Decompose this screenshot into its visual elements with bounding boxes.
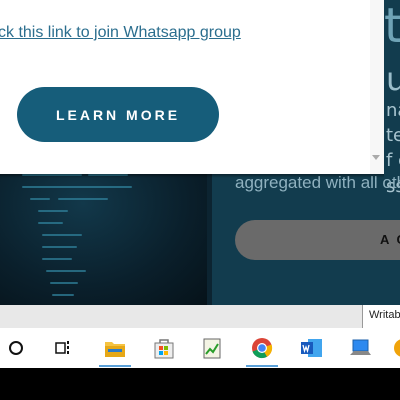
laptop-app-icon[interactable]	[340, 328, 380, 368]
cortana-circle-icon[interactable]	[0, 328, 32, 368]
scroll-down-arrow-icon[interactable]	[372, 155, 380, 160]
accept-button-label: A C	[380, 232, 400, 247]
accept-button[interactable]: A C	[235, 220, 400, 260]
promo-popup: ck this link to join Whatsapp group LEAR…	[0, 0, 384, 174]
notepad-chart-icon[interactable]	[192, 328, 232, 368]
learn-more-button[interactable]: LEARN MORE	[17, 87, 219, 142]
popup-scrollbar[interactable]	[370, 0, 384, 174]
active-indicator	[246, 365, 278, 367]
microsoft-store-icon[interactable]	[144, 328, 184, 368]
windows-taskbar	[0, 328, 400, 368]
writable-status: Writab	[362, 305, 400, 328]
active-indicator	[99, 365, 131, 367]
text-fragment-3: f c	[386, 150, 400, 171]
file-explorer-icon[interactable]	[95, 328, 135, 368]
task-view-icon[interactable]	[47, 328, 79, 368]
desktop-bottom-area	[0, 368, 400, 400]
heading-fragment: t	[384, 0, 400, 54]
popup-shadow	[0, 174, 384, 178]
code-background-image	[0, 160, 207, 305]
subheading-fragment: us	[386, 60, 400, 98]
word-icon[interactable]	[292, 328, 332, 368]
text-fragment-2: te	[386, 125, 400, 146]
browser-viewport: t us na te f c ss aggregated with all ot…	[0, 0, 400, 328]
partial-taskbar-icon[interactable]	[386, 328, 400, 368]
whatsapp-group-link[interactable]: ck this link to join Whatsapp group	[0, 24, 241, 42]
chrome-icon[interactable]	[242, 328, 282, 368]
browser-status-strip	[0, 305, 400, 328]
text-fragment-1: na	[386, 100, 400, 121]
